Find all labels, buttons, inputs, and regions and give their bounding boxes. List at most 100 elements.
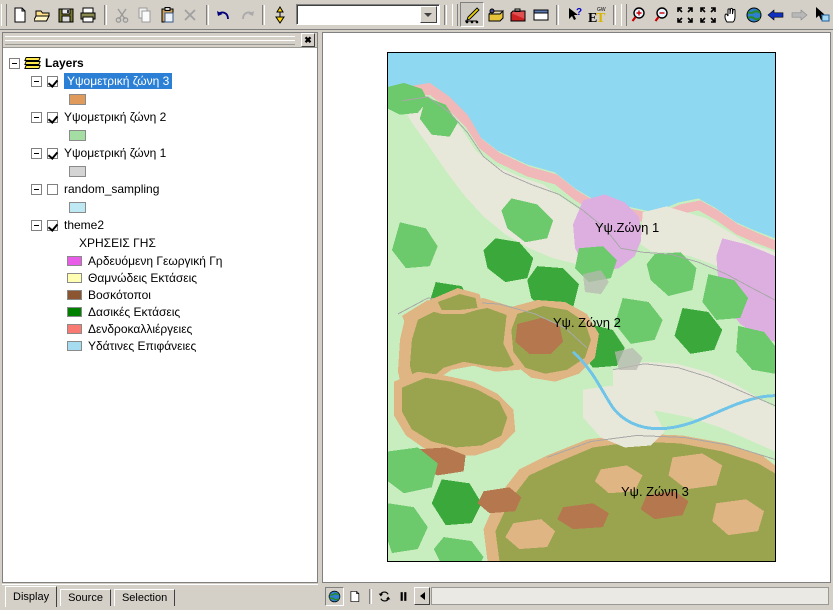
expander-icon[interactable]	[31, 111, 42, 123]
print-button[interactable]	[77, 3, 100, 26]
cut-button[interactable]	[111, 3, 134, 26]
layer-visibility-checkbox[interactable]	[47, 219, 58, 231]
layer-color-swatch[interactable]	[69, 93, 86, 105]
expander-icon[interactable]	[9, 57, 20, 69]
layer-label: Υψομετρική ζώνη 3	[64, 73, 173, 89]
delete-button[interactable]	[179, 3, 202, 26]
pencil-edit-icon	[464, 6, 480, 23]
layer-color-swatch[interactable]	[69, 129, 86, 141]
identify-button[interactable]: ?	[563, 3, 586, 26]
theme2-legend-heading: ΧΡΗΣΕΙΣ ΓΗΣ	[79, 236, 156, 250]
legend-item[interactable]: Θαμνώδεις Εκτάσεις	[67, 269, 317, 286]
tab-display[interactable]: Display	[5, 586, 58, 607]
toolbar-grip[interactable]	[451, 3, 458, 26]
legend-item[interactable]: Αρδευόμενη Γεωργική Γη	[67, 252, 317, 269]
fixed-zoom-out-button[interactable]	[697, 3, 720, 26]
scissors-icon	[115, 8, 129, 23]
layer-visibility-checkbox[interactable]	[47, 147, 58, 159]
printer-icon	[80, 7, 96, 22]
map-label-zone-2: Υψ. Ζώνη 2	[553, 315, 621, 330]
go-back-extent-button[interactable]	[765, 3, 788, 26]
expander-icon[interactable]	[31, 75, 42, 87]
et-geowizards-button[interactable]: GW E T	[586, 3, 609, 26]
tab-source[interactable]: Source	[60, 589, 111, 606]
refresh-arrows-icon	[378, 590, 391, 602]
full-extent-button[interactable]	[742, 3, 765, 26]
globe-icon	[328, 590, 341, 602]
save-document-button[interactable]	[54, 3, 77, 26]
zoom-out-button[interactable]	[651, 3, 674, 26]
legend-color-swatch	[67, 272, 82, 283]
legend-color-swatch	[67, 323, 82, 334]
map-view-area[interactable]: Υψ.Ζώνη 1 Υψ. Ζώνη 2 Υψ. Ζώνη 3	[322, 32, 831, 583]
toolbar-grip[interactable]	[1, 3, 7, 26]
zoom-in-button[interactable]	[629, 3, 652, 26]
expander-icon[interactable]	[31, 147, 42, 159]
add-data-button[interactable]	[269, 3, 292, 26]
yellow-diamond-plus-icon	[275, 5, 286, 24]
open-document-button[interactable]	[32, 3, 55, 26]
floppy-disk-icon	[58, 8, 74, 22]
legend-item[interactable]: Δασικές Εκτάσεις	[67, 303, 317, 320]
expander-icon[interactable]	[31, 219, 42, 231]
new-document-button[interactable]	[9, 3, 32, 26]
layer-color-swatch[interactable]	[69, 165, 86, 177]
toc-close-button[interactable]: ✖	[301, 33, 315, 47]
layer-label: theme2	[64, 218, 105, 232]
redo-button[interactable]	[235, 3, 258, 26]
copy-button[interactable]	[133, 3, 156, 26]
go-next-extent-button[interactable]	[788, 3, 811, 26]
layout-view-button[interactable]	[346, 588, 363, 605]
layer-visibility-checkbox[interactable]	[47, 75, 58, 87]
undo-button[interactable]	[213, 3, 236, 26]
legend-item[interactable]: Βοσκότοποι	[67, 286, 317, 303]
select-arrow-icon	[815, 6, 830, 21]
data-view-button[interactable]	[325, 586, 344, 606]
pan-button[interactable]	[720, 3, 743, 26]
layer-visibility-checkbox[interactable]	[47, 183, 58, 195]
table-of-contents-panel: ✖ Layers Υψομετρική ζώνη 3 Υψομετρική ζώ…	[2, 32, 318, 583]
layer-visibility-checkbox[interactable]	[47, 111, 58, 123]
map-data-frame[interactable]: Υψ.Ζώνη 1 Υψ. Ζώνη 2 Υψ. Ζώνη 3	[387, 52, 776, 562]
layer-row-theme2[interactable]: theme2	[3, 216, 317, 234]
layer-color-swatch[interactable]	[69, 201, 86, 213]
spatial-analyst-button[interactable]	[484, 3, 507, 26]
select-features-button[interactable]	[810, 3, 833, 26]
editor-toolbar-button[interactable]	[459, 2, 485, 27]
legend-color-swatch	[67, 289, 82, 300]
layer-row-random-sampling[interactable]: random_sampling	[3, 180, 317, 198]
map-status-bar	[322, 584, 831, 608]
magnifier-minus-icon	[654, 6, 668, 22]
scale-dropdown-button[interactable]	[419, 6, 437, 23]
legend-color-swatch	[67, 306, 82, 317]
legend-item-label: Δενδροκαλλιέργειες	[88, 321, 193, 336]
expander-icon[interactable]	[31, 183, 42, 195]
legend-item-label: Θαμνώδεις Εκτάσεις	[88, 270, 198, 285]
map-scale-combo[interactable]	[295, 4, 440, 25]
legend-item-label: Υδάτινες Επιφάνειες	[88, 338, 197, 353]
toc-drag-gripper[interactable]	[5, 36, 295, 45]
toolbar-grip[interactable]	[620, 3, 627, 26]
toolbox-button[interactable]	[507, 3, 530, 26]
tab-selection[interactable]: Selection	[113, 589, 176, 606]
pause-drawing-button[interactable]	[395, 588, 412, 605]
toolbar-separator	[556, 4, 560, 25]
legend-item[interactable]: Υδάτινες Επιφάνειες	[67, 337, 317, 354]
refresh-view-button[interactable]	[376, 588, 393, 605]
x-delete-icon	[184, 8, 196, 21]
status-scroll-left-button[interactable]	[414, 587, 430, 605]
layer-row-ypsometriki-zoni-3[interactable]: Υψομετρική ζώνη 3	[3, 72, 317, 90]
status-message-area	[431, 587, 829, 605]
command-line-button[interactable]	[530, 3, 553, 26]
paste-button[interactable]	[156, 3, 179, 26]
toolbar-separator	[443, 4, 447, 25]
layer-row-ypsometriki-zoni-1[interactable]: Υψομετρική ζώνη 1	[3, 144, 317, 162]
arrow-question-icon: ?	[568, 7, 582, 20]
tree-root-layers[interactable]: Layers	[3, 54, 317, 72]
legend-item[interactable]: Δενδροκαλλιέργειες	[67, 320, 317, 337]
layer-row-ypsometriki-zoni-2[interactable]: Υψομετρική ζώνη 2	[3, 108, 317, 126]
status-separator	[369, 588, 372, 604]
svg-text:?: ?	[576, 7, 582, 18]
fixed-zoom-in-button[interactable]	[674, 3, 697, 26]
new-file-icon	[14, 7, 26, 22]
